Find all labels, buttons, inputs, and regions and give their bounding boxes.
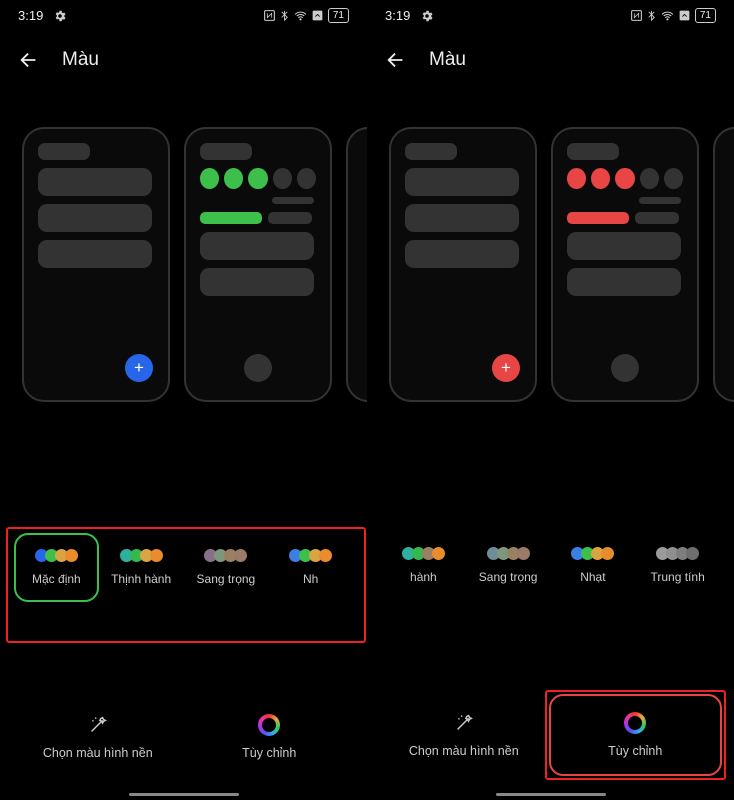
rainbow-ring-icon xyxy=(624,712,646,734)
phone-screen-left: 3:19 71 Màu + xyxy=(0,0,367,800)
fab-add-icon: + xyxy=(125,354,153,382)
nfc-icon xyxy=(263,9,276,22)
gear-icon xyxy=(53,9,67,23)
palette-section: Mặc định Thịnh hành Sang trọng Nh xyxy=(0,525,367,610)
bottom-row: Chọn màu hình nền Tùy chỉnh xyxy=(367,694,734,776)
palette-option-light[interactable]: Nhạt xyxy=(551,533,636,598)
header: Màu xyxy=(0,31,367,89)
palette-option-luxury[interactable]: Sang trọng xyxy=(466,533,551,598)
signal-icon xyxy=(311,9,324,22)
gear-icon xyxy=(420,9,434,23)
bluetooth-icon xyxy=(279,9,290,22)
nav-indicator[interactable] xyxy=(129,793,239,797)
customize-button[interactable]: Tùy chỉnh xyxy=(184,698,356,776)
bluetooth-icon xyxy=(646,9,657,22)
back-arrow-icon[interactable] xyxy=(385,49,407,71)
status-time: 3:19 xyxy=(18,8,43,23)
battery-indicator: 71 xyxy=(695,8,716,23)
preview-card-list[interactable]: + xyxy=(22,127,170,402)
status-icons xyxy=(263,9,324,22)
status-bar: 3:19 71 xyxy=(367,0,734,31)
palette-option-neutral[interactable]: Trung tính xyxy=(635,533,720,598)
back-arrow-icon[interactable] xyxy=(18,49,40,71)
header: Màu xyxy=(367,31,734,89)
status-icons xyxy=(630,9,691,22)
fab-home-icon xyxy=(244,354,272,382)
page-title: Màu xyxy=(429,49,466,71)
wifi-icon xyxy=(293,9,308,22)
preview-card-extra[interactable] xyxy=(346,127,367,402)
signal-icon xyxy=(678,9,691,22)
fab-home-icon xyxy=(611,354,639,382)
preview-card-dots[interactable] xyxy=(551,127,699,402)
wand-icon xyxy=(453,712,475,734)
palette-option-peek[interactable]: Nh xyxy=(268,533,353,602)
preview-area: + xyxy=(367,89,734,402)
annotation-highlight xyxy=(545,690,727,780)
status-bar: 3:19 71 xyxy=(0,0,367,31)
phone-screen-right: 3:19 71 Màu + xyxy=(367,0,734,800)
nav-indicator[interactable] xyxy=(496,793,606,797)
customize-button[interactable]: Tùy chỉnh xyxy=(549,694,723,776)
preview-card-extra[interactable] xyxy=(713,127,734,402)
wifi-icon xyxy=(660,9,675,22)
preview-card-dots[interactable] xyxy=(184,127,332,402)
preview-card-list[interactable]: + xyxy=(389,127,537,402)
nfc-icon xyxy=(630,9,643,22)
preview-area: + xyxy=(0,89,367,402)
palette-option-peek-left[interactable]: hành xyxy=(381,533,466,598)
fab-add-icon: + xyxy=(492,354,520,382)
page-title: Màu xyxy=(62,49,99,71)
wand-icon xyxy=(87,714,109,736)
palette-option-default[interactable]: Mặc định xyxy=(14,533,99,602)
wallpaper-color-button[interactable]: Chọn màu hình nền xyxy=(12,698,184,776)
bottom-row: Chọn màu hình nền Tùy chỉnh xyxy=(0,698,367,776)
wallpaper-color-button[interactable]: Chọn màu hình nền xyxy=(379,694,549,776)
rainbow-ring-icon xyxy=(258,714,280,736)
palette-option-trending[interactable]: Thịnh hành xyxy=(99,533,184,602)
palette-option-luxury[interactable]: Sang trọng xyxy=(184,533,269,602)
palette-section: hành Sang trọng Nhạt Trung tính xyxy=(367,525,734,606)
status-time: 3:19 xyxy=(385,8,410,23)
battery-indicator: 71 xyxy=(328,8,349,23)
